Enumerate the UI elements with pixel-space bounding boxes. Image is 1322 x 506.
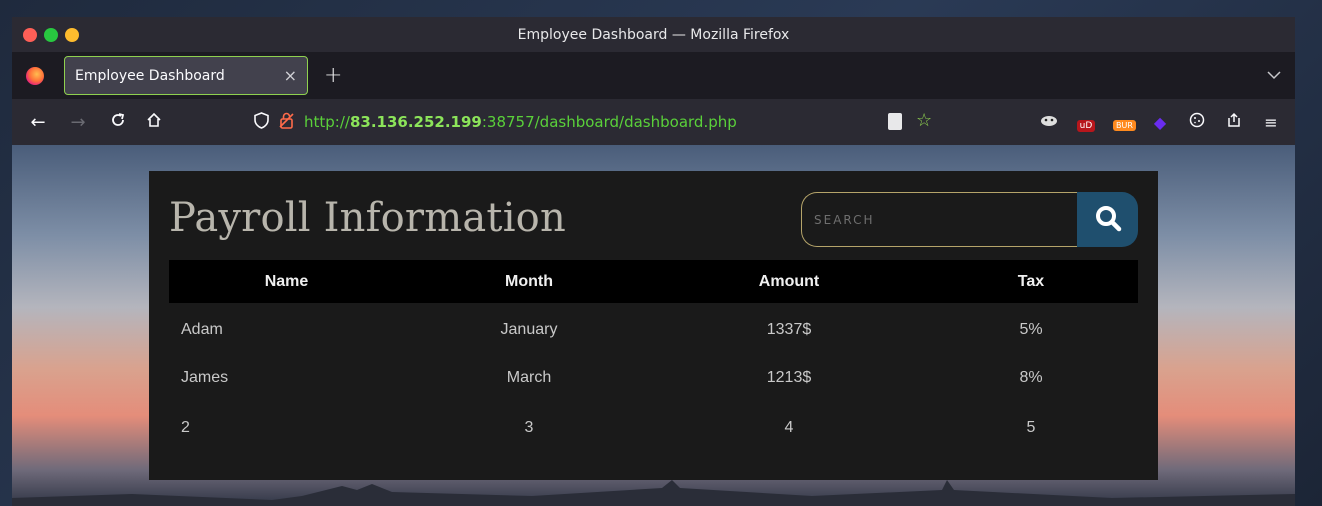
table-row: Adam January 1337$ 5% [169, 303, 1138, 353]
navigation-bar: ← → http://83.136.252.199:38757/dashboar… [12, 99, 1295, 145]
reload-button[interactable] [106, 112, 130, 133]
insecure-lock-icon[interactable] [279, 112, 294, 133]
search-form [801, 192, 1138, 247]
cell-amount: 1337$ [766, 321, 812, 338]
ublock-origin-icon[interactable]: uD [1076, 113, 1096, 132]
panel-header: Payroll Information [169, 171, 1138, 260]
cell-tax: 8% [1019, 369, 1043, 386]
list-all-tabs-icon[interactable] [1267, 68, 1281, 84]
page-content: Payroll Information Name Month Amount [12, 145, 1295, 506]
tracking-protection-shield-icon[interactable] [254, 111, 269, 133]
home-button[interactable] [142, 112, 166, 133]
url-text[interactable]: http://83.136.252.199:38757/dashboard/da… [304, 113, 737, 131]
tab-bar: Employee Dashboard × + [12, 52, 1295, 99]
column-header-name: Name [264, 272, 309, 290]
cell-amount: 1213$ [766, 369, 812, 386]
cell-month: 3 [524, 419, 534, 436]
search-button[interactable] [1077, 192, 1138, 247]
window-controls [23, 28, 79, 42]
cell-month: January [500, 321, 558, 338]
burp-extension-icon[interactable]: BUR [1113, 113, 1136, 132]
search-input[interactable] [801, 192, 1077, 247]
bookmark-star-icon[interactable]: ☆ [916, 110, 932, 131]
search-icon [1094, 204, 1122, 236]
forward-button[interactable]: → [66, 112, 90, 133]
extension-toolbar: uD BUR ◆ ≡ [1039, 99, 1281, 145]
hamburger-menu-icon[interactable]: ≡ [1261, 113, 1281, 132]
minimize-window-button[interactable] [65, 28, 79, 42]
table-header-row: Name Month Amount Tax [169, 260, 1138, 303]
title-bar: Employee Dashboard — Mozilla Firefox [12, 17, 1295, 52]
column-header-tax: Tax [1017, 272, 1045, 290]
cell-month: March [506, 369, 552, 386]
tab-close-icon[interactable]: × [284, 66, 297, 85]
table-row: 2 3 4 5 [169, 403, 1138, 453]
column-header-amount: Amount [758, 272, 820, 290]
payroll-panel: Payroll Information Name Month Amount [149, 171, 1158, 480]
cookie-editor-icon[interactable] [1187, 112, 1207, 132]
firefox-icon[interactable] [26, 66, 44, 85]
cell-amount: 4 [784, 419, 794, 436]
url-bar[interactable]: http://83.136.252.199:38757/dashboard/da… [254, 99, 737, 145]
wappalyzer-extension-icon[interactable]: ◆ [1150, 113, 1170, 132]
maximize-window-button[interactable] [44, 28, 58, 42]
tab-label: Employee Dashboard [75, 67, 225, 84]
back-button[interactable]: ← [26, 112, 50, 133]
cell-tax: 5% [1019, 321, 1043, 338]
table-row: James March 1213$ 8% [169, 353, 1138, 403]
payroll-table: Name Month Amount Tax Adam January 1337$… [169, 260, 1138, 453]
browser-window: Employee Dashboard — Mozilla Firefox Emp… [12, 17, 1295, 506]
cell-name: 2 [181, 419, 190, 436]
cell-name: James [181, 369, 229, 386]
reader-view-icon[interactable] [888, 113, 902, 130]
share-extensions-icon[interactable] [1224, 112, 1244, 132]
page-title: Payroll Information [169, 195, 566, 241]
close-window-button[interactable] [23, 28, 37, 42]
background-skyline [12, 480, 1295, 506]
cell-tax: 5 [1026, 419, 1036, 436]
window-title: Employee Dashboard — Mozilla Firefox [517, 26, 790, 43]
tab-employee-dashboard[interactable]: Employee Dashboard × [64, 56, 308, 95]
cell-name: Adam [181, 321, 223, 338]
new-tab-button[interactable]: + [324, 63, 342, 88]
foxyproxy-extension-icon[interactable] [1039, 113, 1059, 132]
column-header-month: Month [505, 272, 553, 290]
